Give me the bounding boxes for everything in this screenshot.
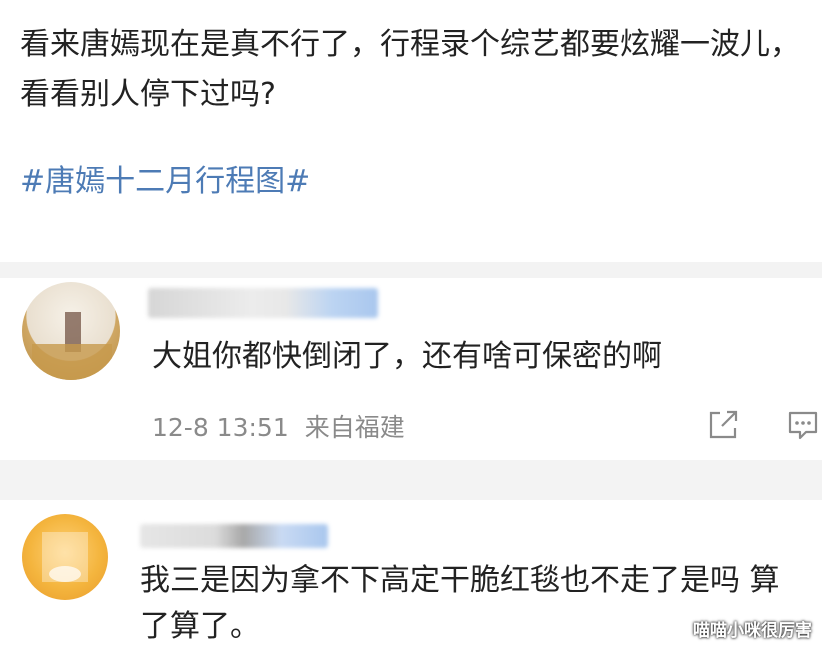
section-divider <box>0 460 822 500</box>
section-divider <box>0 262 822 278</box>
avatar-image <box>42 532 88 582</box>
comment-source: 来自福建 <box>304 413 405 442</box>
comment-text-line-1: 我三是因为拿不下高定干脆红毯也不走了是吗 算 <box>140 563 780 598</box>
comment-meta: 12-8 13:51 来自福建 <box>152 408 405 444</box>
avatar[interactable] <box>22 282 120 380</box>
comment-time: 12-8 13:51 <box>152 413 289 442</box>
username-blurred[interactable] <box>148 288 378 318</box>
username-blurred[interactable] <box>140 524 328 548</box>
post-hashtag[interactable]: #唐嫣十二月行程图# <box>20 162 310 202</box>
comment-icon[interactable] <box>786 408 820 446</box>
watermark: 喵喵小咪很厉害 <box>693 621 812 641</box>
post-text: 看来唐嫣现在是真不行了，行程录个综艺都要炫耀一波儿，看看别人停下过吗? <box>20 27 800 112</box>
avatar[interactable] <box>22 514 108 600</box>
comment-text-line-2: 了算了。 <box>140 609 260 644</box>
avatar-image <box>32 312 112 380</box>
share-icon[interactable] <box>706 408 740 446</box>
comment-text: 大姐你都快倒闭了，还有啥可保密的啊 <box>152 339 662 374</box>
comment-1: 大姐你都快倒闭了，还有啥可保密的啊 12-8 13:51 来自福建 <box>0 278 822 460</box>
weibo-post: 看来唐嫣现在是真不行了，行程录个综艺都要炫耀一波儿，看看别人停下过吗? #唐嫣十… <box>0 0 822 262</box>
